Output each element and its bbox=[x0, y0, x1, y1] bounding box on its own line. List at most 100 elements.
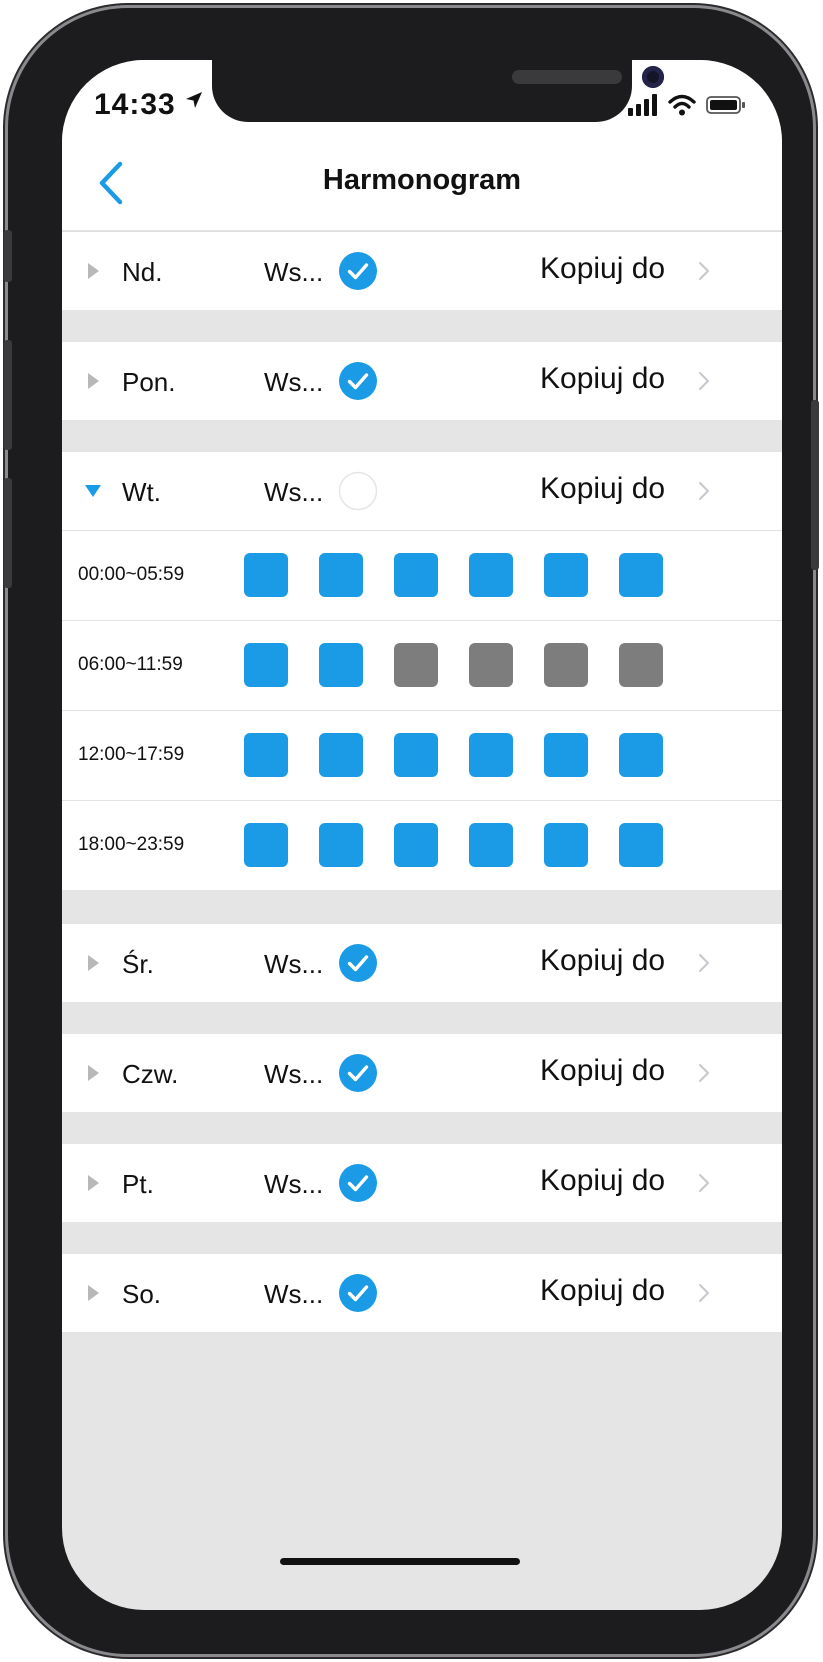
time-slot-on[interactable] bbox=[469, 553, 513, 597]
day-row[interactable]: Czw. Ws... Kopiuj do bbox=[62, 1034, 782, 1112]
chevron-right-icon[interactable] bbox=[698, 1063, 710, 1083]
ws-label: Ws... bbox=[264, 257, 324, 287]
time-slot-off[interactable] bbox=[619, 643, 663, 687]
copy-to-button[interactable]: Kopiuj do bbox=[540, 944, 665, 978]
check-circle-icon[interactable] bbox=[338, 1163, 378, 1203]
day-label: Czw. bbox=[122, 1059, 179, 1089]
screen: 14:33 Harmonogram Nd. Ws... Kopiuj do Pon. W… bbox=[62, 60, 782, 1610]
day-row[interactable]: So. Ws... Kopiuj do bbox=[62, 1254, 782, 1332]
time-slot-on[interactable] bbox=[619, 733, 663, 777]
time-slot-off[interactable] bbox=[469, 643, 513, 687]
copy-to-button[interactable]: Kopiuj do bbox=[540, 252, 665, 286]
check-circle-icon[interactable] bbox=[338, 943, 378, 983]
status-icons bbox=[628, 94, 746, 116]
check-circle-icon[interactable] bbox=[338, 1273, 378, 1313]
chevron-right-icon[interactable] bbox=[698, 1173, 710, 1193]
signal-icon bbox=[628, 94, 657, 116]
volume-up-button bbox=[4, 340, 12, 450]
time-slot-off[interactable] bbox=[394, 643, 438, 687]
time-slot-on[interactable] bbox=[319, 823, 363, 867]
chevron-right-icon[interactable] bbox=[698, 261, 710, 281]
time-slot-on[interactable] bbox=[244, 733, 288, 777]
triangle-down-icon[interactable] bbox=[84, 482, 102, 500]
status-time: 14:33 bbox=[94, 88, 176, 121]
triangle-right-icon[interactable] bbox=[84, 954, 102, 972]
time-slot-on[interactable] bbox=[244, 823, 288, 867]
time-slot-on[interactable] bbox=[319, 733, 363, 777]
day-label: So. bbox=[122, 1279, 162, 1309]
copy-to-button[interactable]: Kopiuj do bbox=[540, 362, 665, 396]
time-slot-on[interactable] bbox=[319, 553, 363, 597]
time-slot-on[interactable] bbox=[394, 823, 438, 867]
power-button bbox=[811, 400, 819, 570]
ws-label: Ws... bbox=[264, 367, 324, 397]
time-range-label: 12:00~17:59 bbox=[78, 744, 185, 765]
time-slot-on[interactable] bbox=[469, 823, 513, 867]
day-label: Śr. bbox=[122, 949, 154, 979]
copy-to-button[interactable]: Kopiuj do bbox=[540, 472, 665, 506]
day-row[interactable]: Pon. Ws... Kopiuj do bbox=[62, 342, 782, 420]
check-circle-icon[interactable] bbox=[338, 251, 378, 291]
day-label: Wt. bbox=[122, 477, 161, 507]
day-row[interactable]: Nd. Ws... Kopiuj do bbox=[62, 232, 782, 310]
time-slot-on[interactable] bbox=[394, 553, 438, 597]
row-divider bbox=[62, 710, 782, 711]
time-slot-row: 18:00~23:59 bbox=[62, 800, 782, 890]
time-slot-on[interactable] bbox=[394, 733, 438, 777]
triangle-right-icon[interactable] bbox=[84, 1064, 102, 1082]
check-circle-icon[interactable] bbox=[338, 361, 378, 401]
row-divider bbox=[62, 530, 782, 531]
speaker-grille bbox=[512, 70, 622, 84]
triangle-right-icon[interactable] bbox=[84, 1174, 102, 1192]
day-row[interactable]: Wt. Ws... Kopiuj do bbox=[62, 452, 782, 530]
time-slot-on[interactable] bbox=[469, 733, 513, 777]
location-arrow-icon bbox=[186, 92, 202, 108]
volume-down-button bbox=[4, 478, 12, 588]
ws-label: Ws... bbox=[264, 1059, 324, 1089]
copy-to-button[interactable]: Kopiuj do bbox=[540, 1274, 665, 1308]
day-label: Pon. bbox=[122, 367, 176, 397]
time-slot-on[interactable] bbox=[244, 553, 288, 597]
time-slot-on[interactable] bbox=[319, 643, 363, 687]
time-slot-off[interactable] bbox=[544, 643, 588, 687]
chevron-right-icon[interactable] bbox=[698, 481, 710, 501]
day-label: Pt. bbox=[122, 1169, 154, 1199]
battery-icon bbox=[706, 96, 745, 114]
chevron-right-icon[interactable] bbox=[698, 371, 710, 391]
check-circle-icon[interactable] bbox=[338, 1053, 378, 1093]
row-divider bbox=[62, 620, 782, 621]
row-divider bbox=[62, 800, 782, 801]
day-row[interactable]: Pt. Ws... Kopiuj do bbox=[62, 1144, 782, 1222]
notch bbox=[212, 60, 664, 122]
empty-circle-icon[interactable] bbox=[338, 471, 378, 511]
time-range-label: 00:00~05:59 bbox=[78, 564, 185, 585]
time-range-label: 06:00~11:59 bbox=[78, 654, 183, 675]
chevron-right-icon[interactable] bbox=[698, 953, 710, 973]
day-row[interactable]: Śr. Ws... Kopiuj do bbox=[62, 924, 782, 1002]
time-slot-on[interactable] bbox=[619, 553, 663, 597]
time-slot-on[interactable] bbox=[244, 643, 288, 687]
wifi-icon bbox=[668, 94, 696, 116]
front-camera bbox=[642, 66, 664, 88]
ws-label: Ws... bbox=[264, 949, 324, 979]
time-slot-on[interactable] bbox=[544, 553, 588, 597]
triangle-right-icon[interactable] bbox=[84, 1284, 102, 1302]
home-indicator[interactable] bbox=[280, 1558, 520, 1565]
ws-label: Ws... bbox=[264, 477, 324, 507]
triangle-right-icon[interactable] bbox=[84, 262, 102, 280]
day-label: Nd. bbox=[122, 257, 163, 287]
page-title: Harmonogram bbox=[322, 164, 522, 196]
time-slot-on[interactable] bbox=[619, 823, 663, 867]
time-slot-row: 06:00~11:59 bbox=[62, 620, 782, 710]
time-slot-on[interactable] bbox=[544, 733, 588, 777]
time-slot-row: 00:00~05:59 bbox=[62, 530, 782, 620]
ws-label: Ws... bbox=[264, 1279, 324, 1309]
mute-switch bbox=[4, 230, 12, 282]
time-range-label: 18:00~23:59 bbox=[78, 834, 185, 855]
time-slot-on[interactable] bbox=[544, 823, 588, 867]
copy-to-button[interactable]: Kopiuj do bbox=[540, 1054, 665, 1088]
triangle-right-icon[interactable] bbox=[84, 372, 102, 390]
chevron-right-icon[interactable] bbox=[698, 1283, 710, 1303]
time-slot-row: 12:00~17:59 bbox=[62, 710, 782, 800]
copy-to-button[interactable]: Kopiuj do bbox=[540, 1164, 665, 1198]
